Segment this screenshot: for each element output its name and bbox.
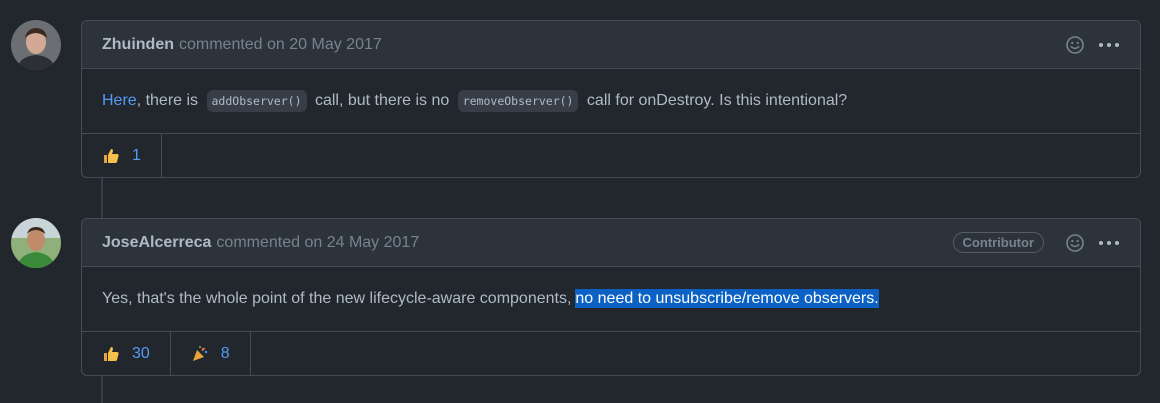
comment-author[interactable]: Zhuinden	[102, 36, 174, 54]
avatar[interactable]	[11, 218, 61, 268]
comment-header: JoseAlcerreca commented on 24 May 2017 C…	[82, 219, 1140, 267]
reaction-count: 30	[132, 344, 150, 362]
comment-author[interactable]: JoseAlcerreca	[102, 234, 211, 252]
reaction-count: 8	[220, 344, 230, 362]
reactions-bar: 30 8	[82, 332, 1140, 375]
body-text: call for onDestroy. Is this intentional?	[582, 92, 848, 109]
timeline-connector	[101, 373, 103, 403]
comment-header: Zhuinden commented on 20 May 2017	[82, 21, 1140, 69]
reactions-bar: 1	[82, 134, 1140, 177]
body-text: Yes, that's the whole point of the new l…	[102, 290, 572, 307]
add-reaction-icon[interactable]	[1064, 34, 1086, 56]
more-options-icon[interactable]	[1098, 34, 1120, 56]
comment: Zhuinden commented on 20 May 2017 Here, …	[81, 20, 1141, 178]
reaction-thumbs-up[interactable]: 1	[82, 134, 162, 177]
comment-timestamp[interactable]: commented on 20 May 2017	[179, 36, 382, 54]
inline-code: addObserver()	[206, 90, 307, 112]
reaction-thumbs-up[interactable]: 30	[82, 332, 171, 375]
thumbs-up-icon	[102, 147, 120, 165]
contributor-badge: Contributor	[952, 232, 1044, 253]
here-link[interactable]: Here	[102, 92, 137, 109]
add-reaction-icon[interactable]	[1064, 232, 1086, 254]
thumbs-up-icon	[102, 345, 120, 363]
comment-body: Here, there is addObserver() call, but t…	[82, 69, 1140, 134]
inline-code: removeObserver()	[457, 90, 579, 112]
more-options-icon[interactable]	[1098, 232, 1120, 254]
reaction-hooray[interactable]: 8	[171, 332, 251, 375]
comment-timestamp[interactable]: commented on 24 May 2017	[216, 234, 419, 252]
reaction-count: 1	[132, 146, 141, 164]
comment-body: Yes, that's the whole point of the new l…	[82, 267, 1140, 332]
party-popper-icon	[191, 345, 209, 363]
comment: JoseAlcerreca commented on 24 May 2017 C…	[81, 218, 1141, 376]
body-text: call, but there is no	[310, 92, 454, 109]
body-text: , there is	[136, 92, 203, 109]
selected-text: no need to unsubscribe/remove observers.	[575, 289, 879, 308]
avatar[interactable]	[11, 20, 61, 70]
timeline-connector	[101, 176, 103, 220]
